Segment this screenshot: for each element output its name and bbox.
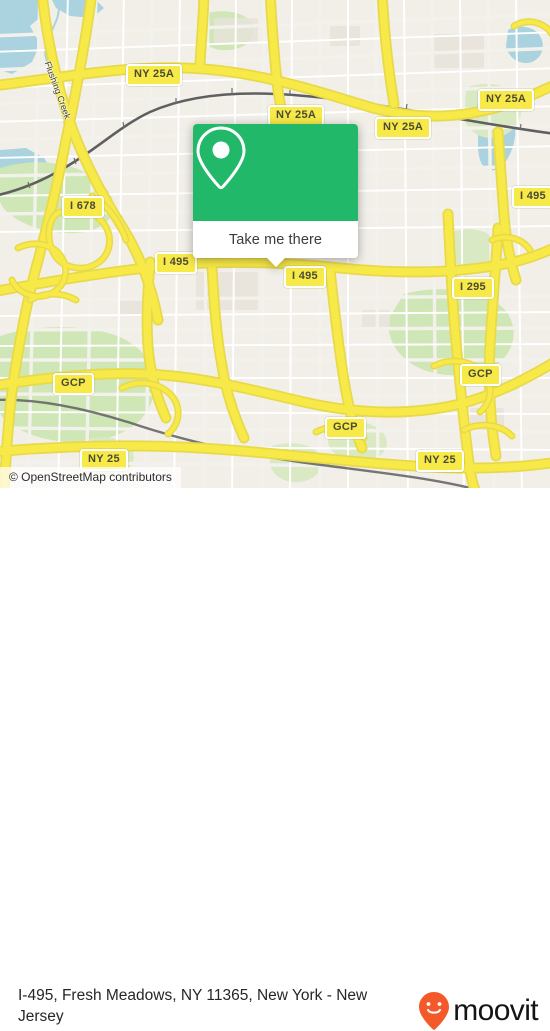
road-shield: NY 25A [126,64,183,86]
road-shield: I 295 [452,277,494,299]
location-popup-card[interactable]: Take me there [193,124,358,267]
take-me-there-button[interactable]: Take me there [193,221,358,258]
map-pin-icon [196,126,246,190]
road-shield: NY 25 [416,450,464,472]
popup-header [193,124,358,221]
take-me-there-label: Take me there [228,231,323,248]
map-screenshot: .wtr{fill:#aad3df} .prk{fill:#cfe6b6} .p… [0,0,550,1030]
moovit-logo[interactable]: moovit [417,991,539,1031]
road-shield: I 495 [155,252,197,274]
road-shield: NY 25A [375,117,432,139]
road-shield: GCP [325,417,366,439]
road-shield: GCP [53,373,94,395]
road-shield: NY 25A [478,89,535,111]
moovit-smiley-pin-icon [419,992,450,1030]
road-shield: I 495 [512,186,550,208]
road-shield: GCP [460,364,501,386]
popup-tail [266,258,285,267]
road-shield: I 678 [62,196,104,218]
map-canvas[interactable]: .wtr{fill:#aad3df} .prk{fill:#cfe6b6} .p… [0,0,550,488]
osm-attribution[interactable]: © OpenStreetMap contributors [0,467,181,488]
road-shield: I 495 [284,266,326,288]
footer-bar: I-495, Fresh Meadows, NY 11365, New York… [0,488,550,1030]
location-title: I-495, Fresh Meadows, NY 11365, New York… [18,987,368,1025]
moovit-wordmark: moovit [453,994,538,1027]
